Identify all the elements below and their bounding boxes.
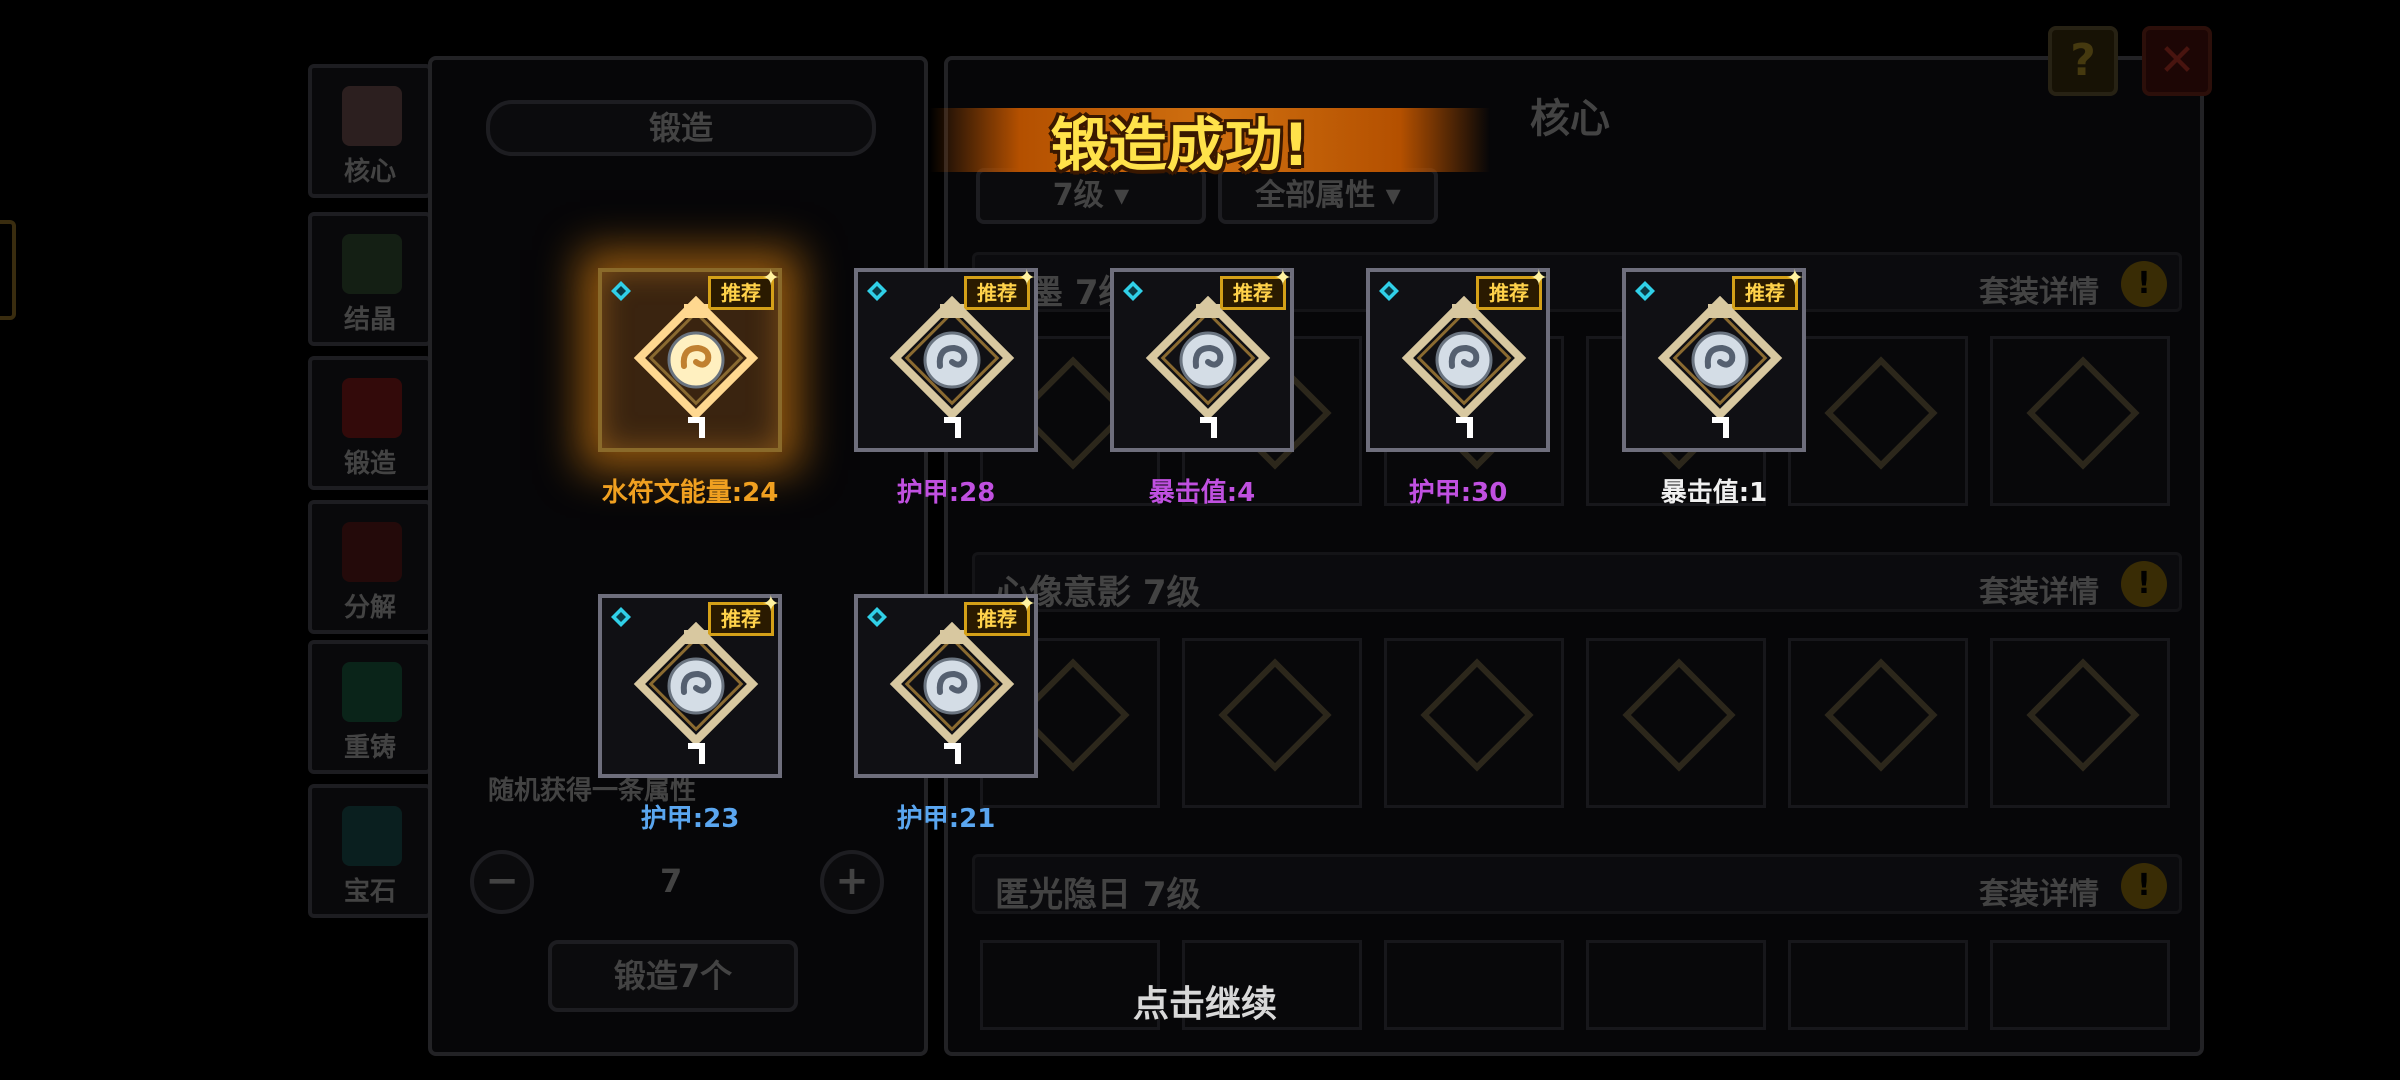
level-filter-label: 7级 xyxy=(1052,178,1104,213)
core-slot[interactable] xyxy=(1788,940,1968,1030)
sparkle-icon: ✦ xyxy=(1017,592,1036,617)
minus-button[interactable]: − xyxy=(470,850,534,914)
core-slot[interactable] xyxy=(1182,638,1362,808)
nav-label: 锻造 xyxy=(343,449,396,479)
nav-forge[interactable]: 锻造 xyxy=(308,356,432,490)
sparkle-icon: ✦ xyxy=(1273,266,1292,291)
result-card[interactable]: 推荐 ✦ xyxy=(854,266,1038,452)
decompose-icon xyxy=(342,522,402,582)
plus-button[interactable]: + xyxy=(820,850,884,914)
rune-core-icon xyxy=(882,621,1022,772)
result-label: 水符文能量:24 xyxy=(601,478,779,508)
core-slot[interactable] xyxy=(1586,940,1766,1030)
result-card[interactable]: 推荐 ✦ xyxy=(1622,266,1806,452)
set-detail-link[interactable]: 套装详情 xyxy=(1979,267,2099,311)
nav-label: 分解 xyxy=(343,593,396,623)
anvil-icon xyxy=(342,378,402,438)
sparkle-icon: ✦ xyxy=(1017,266,1036,291)
sparkle-icon: ✦ xyxy=(761,266,780,291)
result-label: 护甲:21 xyxy=(896,804,996,834)
result-label: 护甲:23 xyxy=(640,804,740,834)
forge-result-screen[interactable]: 核心 结晶 锻造 分解 重铸 宝石 锻造 随机获得一条属性 − 7 + 锻造7个… xyxy=(0,0,2400,1080)
core-slot[interactable] xyxy=(1384,940,1564,1030)
rune-core-icon xyxy=(1650,295,1790,446)
result-card[interactable]: 推荐 ✦ xyxy=(598,266,782,452)
info-icon[interactable]: ! xyxy=(2121,261,2167,307)
left-edge-tab xyxy=(0,220,16,320)
set-row[interactable]: 匿光隐日 7级 套装详情! xyxy=(972,854,2182,915)
attr-filter-label: 全部属性 xyxy=(1255,178,1376,213)
set-detail-link[interactable]: 套装详情 xyxy=(1979,567,2099,611)
result-label: 暴击值:4 xyxy=(1148,478,1256,508)
result-card[interactable]: 推荐 ✦ xyxy=(1366,266,1550,452)
result-label: 护甲:28 xyxy=(896,478,996,508)
rune-core-icon xyxy=(626,295,766,446)
core-slot[interactable] xyxy=(1990,638,2170,808)
core-slot[interactable] xyxy=(1990,940,2170,1030)
nav-label: 重铸 xyxy=(343,733,396,763)
core-slot[interactable] xyxy=(1990,336,2170,506)
sparkle-icon: ✦ xyxy=(1785,266,1804,291)
rune-core-icon xyxy=(882,295,1022,446)
result-card[interactable]: 推荐 ✦ xyxy=(854,592,1038,778)
rune-core-icon xyxy=(1394,295,1534,446)
forge-button[interactable]: 锻造7个 xyxy=(548,940,798,1012)
set-detail-link[interactable]: 套装详情 xyxy=(1979,869,2099,913)
core-slot[interactable] xyxy=(1788,638,1968,808)
nav-recast[interactable]: 重铸 xyxy=(308,640,432,774)
help-icon[interactable]: ? xyxy=(2048,26,2118,96)
recast-icon xyxy=(342,662,402,722)
tap-to-continue[interactable]: 点击继续 xyxy=(1100,975,1310,1027)
gem-icon xyxy=(342,806,402,866)
info-icon[interactable]: ! xyxy=(2121,863,2167,909)
crystal-icon xyxy=(342,234,402,294)
nav-decompose[interactable]: 分解 xyxy=(308,500,432,634)
result-card[interactable]: 推荐 ✦ xyxy=(1110,266,1294,452)
result-label: 暴击值:1 xyxy=(1660,478,1768,508)
sparkle-icon: ✦ xyxy=(761,592,780,617)
core-slot[interactable] xyxy=(1586,638,1766,808)
success-title: 锻造成功! xyxy=(1050,111,1310,179)
result-card[interactable]: 推荐 ✦ xyxy=(598,592,782,778)
set-name: 匿光隐日 7级 xyxy=(995,875,1201,915)
rune-core-icon xyxy=(626,621,766,772)
info-icon[interactable]: ! xyxy=(2121,561,2167,607)
rune-core-icon xyxy=(1138,295,1278,446)
core-slot[interactable] xyxy=(1384,638,1564,808)
nav-label: 结晶 xyxy=(343,305,396,335)
close-icon[interactable]: ✕ xyxy=(2142,26,2212,96)
nav-gem[interactable]: 宝石 xyxy=(308,784,432,918)
set-row[interactable]: 心像意影 7级 套装详情! xyxy=(972,552,2182,613)
nav-label: 宝石 xyxy=(343,877,396,907)
sparkle-icon: ✦ xyxy=(1529,266,1548,291)
nav-crystal[interactable]: 结晶 xyxy=(308,212,432,346)
result-label: 护甲:30 xyxy=(1408,478,1508,508)
quantity-value: 7 xyxy=(660,862,683,900)
